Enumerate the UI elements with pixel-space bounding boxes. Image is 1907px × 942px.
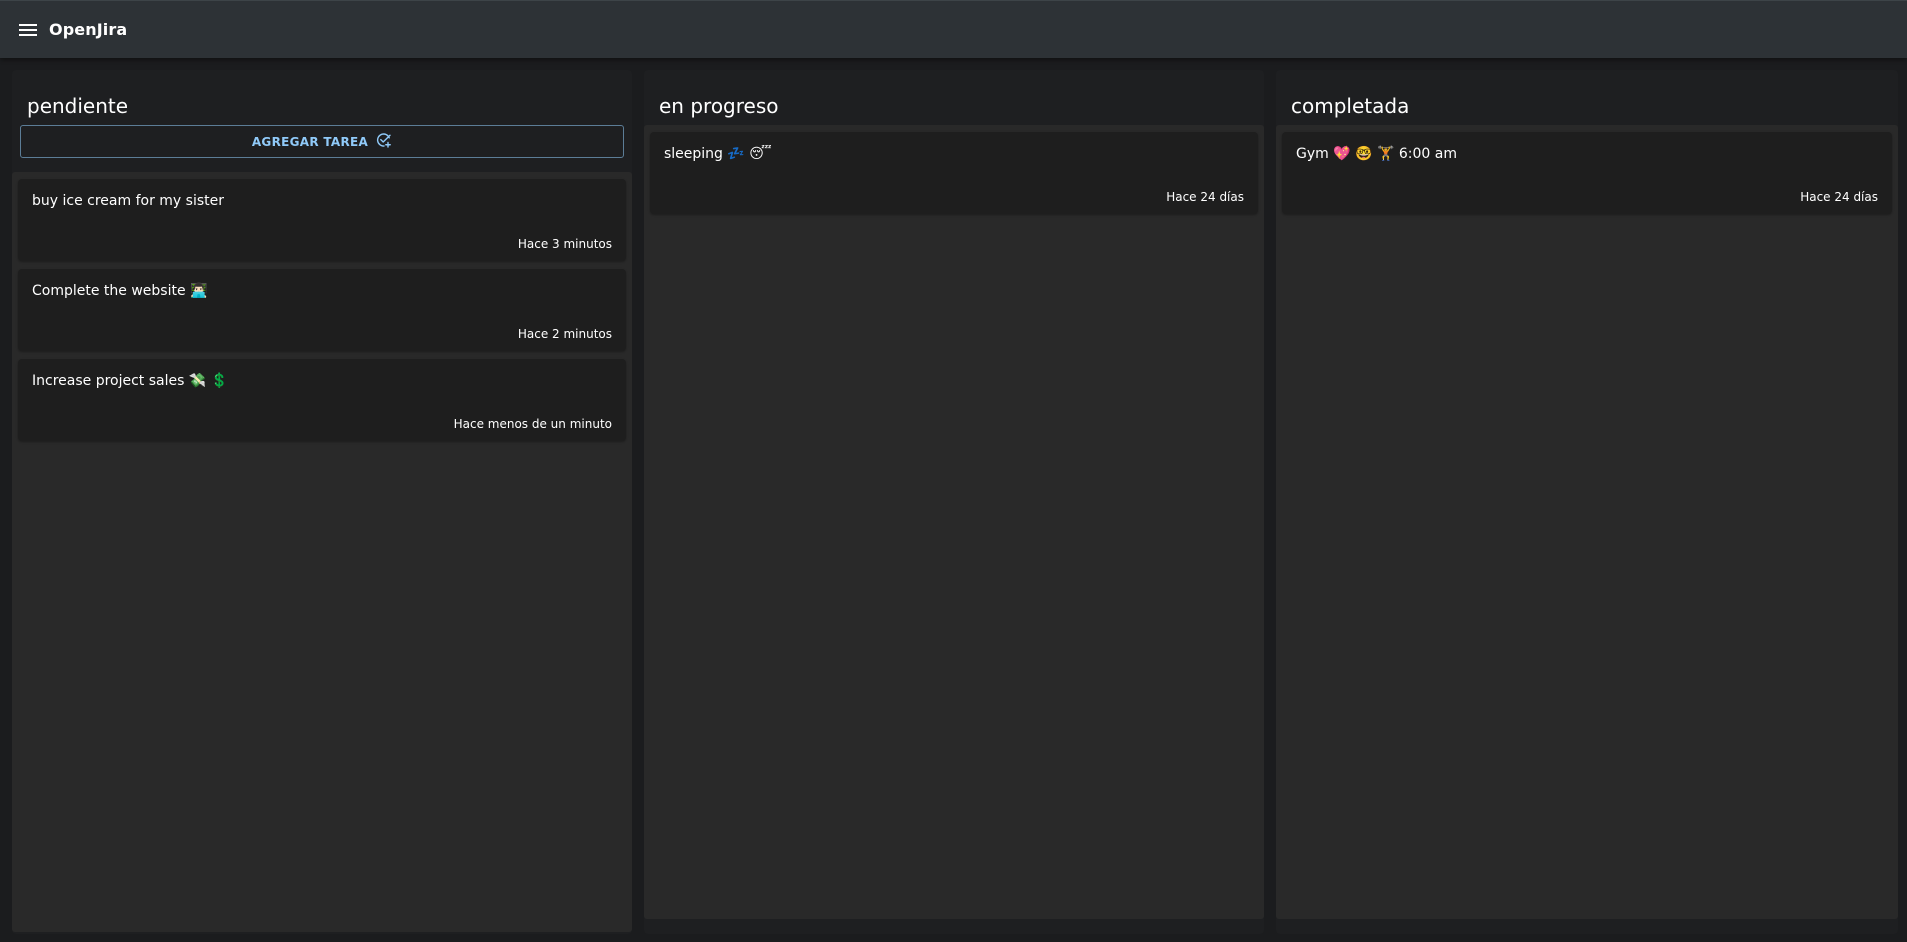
task-card[interactable]: Gym 💖 🤓 🏋 6:00 am Hace 24 días [1282, 132, 1892, 214]
task-card[interactable]: sleeping 💤 😴 Hace 24 días [650, 132, 1258, 214]
column-title: en progreso [659, 94, 779, 118]
task-description: sleeping 💤 😴 [664, 146, 772, 162]
column-completed: completada Gym 💖 🤓 🏋 6:00 am Hace 24 día… [1276, 70, 1898, 934]
task-description: buy ice cream for my sister [32, 193, 224, 209]
task-card[interactable]: Increase project sales 💸 💲 Hace menos de… [18, 359, 626, 441]
task-list: Gym 💖 🤓 🏋 6:00 am Hace 24 días [1276, 125, 1898, 919]
task-list: buy ice cream for my sister Hace 3 minut… [12, 172, 632, 932]
column-title: completada [1291, 94, 1410, 118]
task-time: Hace 24 días [1166, 190, 1244, 204]
column-in-progress: en progreso sleeping 💤 😴 Hace 24 días [644, 70, 1264, 934]
kanban-board: pendiente AGREGAR TAREA buy ice cream fo… [0, 58, 1907, 942]
add-task-label: AGREGAR TAREA [251, 134, 369, 149]
task-time: Hace menos de un minuto [453, 417, 612, 431]
task-description: Increase project sales 💸 💲 [32, 373, 229, 389]
app-bar: OpenJira [0, 0, 1907, 58]
menu-icon[interactable] [18, 20, 38, 40]
task-card[interactable]: Complete the website 👨🏻‍💻 Hace 2 minutos [18, 269, 626, 351]
column-pending: pendiente AGREGAR TAREA buy ice cream fo… [12, 70, 632, 934]
task-description: Complete the website 👨🏻‍💻 [32, 283, 208, 299]
add-task-check-icon [376, 132, 392, 151]
column-title: pendiente [27, 94, 129, 118]
task-time: Hace 2 minutos [517, 327, 612, 341]
task-card[interactable]: buy ice cream for my sister Hace 3 minut… [18, 179, 626, 261]
add-task-button[interactable]: AGREGAR TAREA [20, 125, 624, 158]
task-time: Hace 24 días [1800, 190, 1878, 204]
task-time: Hace 3 minutos [517, 237, 612, 251]
task-description: Gym 💖 🤓 🏋 6:00 am [1296, 146, 1457, 162]
task-list: sleeping 💤 😴 Hace 24 días [644, 125, 1264, 919]
app-title: OpenJira [49, 20, 128, 39]
